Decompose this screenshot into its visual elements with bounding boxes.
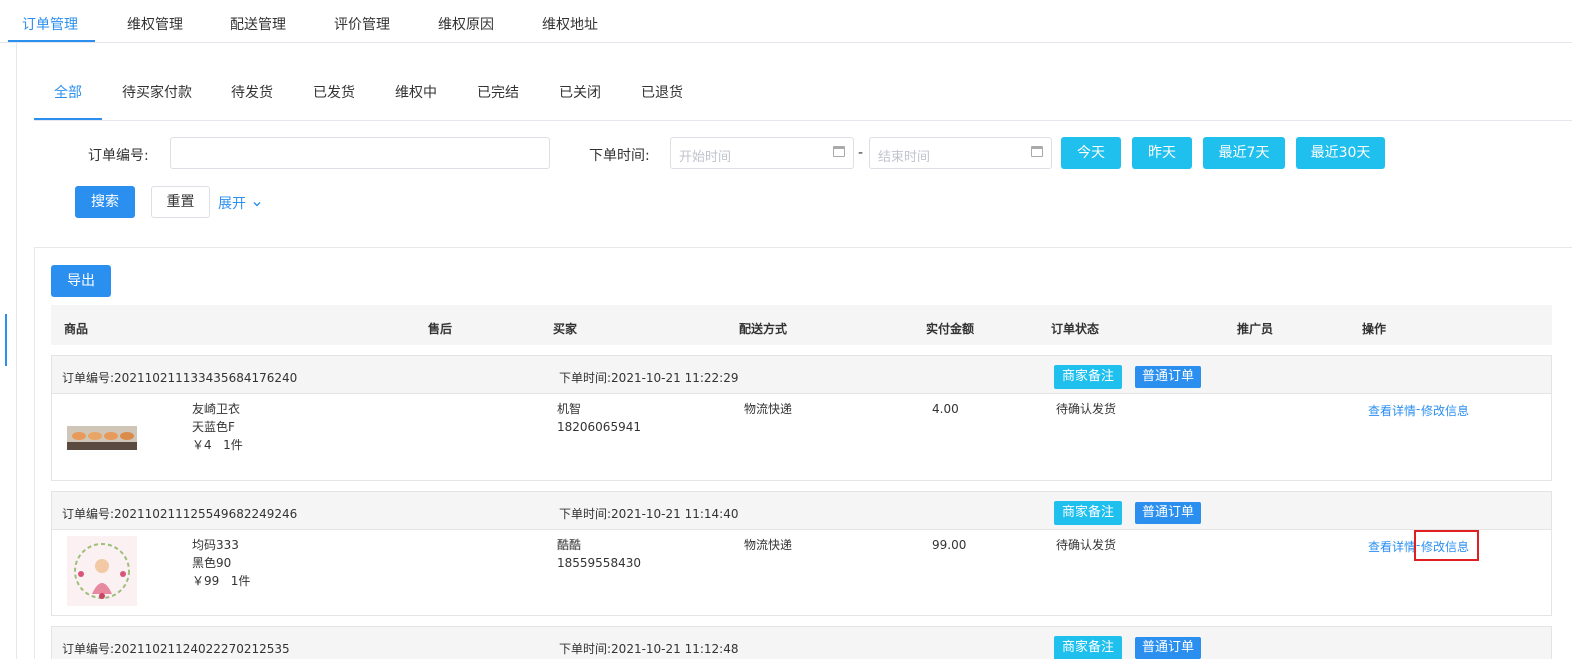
order-type-badge: 普通订单 bbox=[1135, 502, 1202, 524]
product-price-qty: ￥99 1件 bbox=[192, 574, 251, 588]
order-type-badge: 普通订单 bbox=[1135, 366, 1202, 388]
order-time: 下单时间:2021-10-21 11:22:29 bbox=[559, 371, 739, 385]
order-header: 订单编号:202110211125549682249246 下单时间:2021-… bbox=[52, 492, 1551, 530]
merchant-remark-button[interactable]: 商家备注 bbox=[1054, 365, 1123, 389]
col-amount: 实付金额 bbox=[926, 322, 975, 336]
delivery-method: 物流快递 bbox=[744, 402, 793, 416]
calendar-icon bbox=[833, 146, 845, 157]
product-spec: 黑色90 bbox=[192, 556, 232, 570]
order-time: 下单时间:2021-10-21 11:12:48 bbox=[559, 642, 739, 656]
last-30-days-button[interactable]: 最近30天 bbox=[1296, 137, 1385, 169]
order-status: 待确认发货 bbox=[1056, 538, 1117, 552]
col-actions: 操作 bbox=[1362, 322, 1387, 336]
order-status: 待确认发货 bbox=[1056, 402, 1117, 416]
table-header: 商品 售后 买家 配送方式 实付金额 订单状态 推广员 操作 bbox=[51, 305, 1552, 345]
order-time-label: 下单时间: bbox=[589, 148, 650, 164]
status-tab-awaiting-payment[interactable]: 待买家付款 bbox=[122, 82, 192, 102]
order-header: 订单编号:20211021124022270212535 下单时间:2021-1… bbox=[52, 627, 1551, 659]
order-card: 订单编号:20211021124022270212535 下单时间:2021-1… bbox=[51, 626, 1552, 659]
buyer-phone: 18559558430 bbox=[557, 556, 641, 570]
product-name: 均码333 bbox=[192, 538, 239, 552]
last-7-days-button[interactable]: 最近7天 bbox=[1203, 137, 1285, 169]
status-tab-in-dispute[interactable]: 维权中 bbox=[395, 82, 437, 102]
status-tab-all[interactable]: 全部 bbox=[54, 82, 82, 102]
col-promoter: 推广员 bbox=[1237, 322, 1274, 336]
tab-review-management[interactable]: 评价管理 bbox=[334, 14, 390, 34]
reset-button[interactable]: 重置 bbox=[151, 186, 210, 218]
edit-info-link[interactable]: 修改信息 bbox=[1421, 402, 1469, 419]
product-name: 友崎卫衣 bbox=[192, 402, 241, 416]
tab-order-management[interactable]: 订单管理 bbox=[22, 14, 78, 34]
view-detail-link[interactable]: 查看详情 bbox=[1368, 538, 1416, 555]
delivery-method: 物流快递 bbox=[744, 538, 793, 552]
order-card: 订单编号:202110211133435684176240 下单时间:2021-… bbox=[51, 355, 1552, 481]
date-range-separator: - bbox=[858, 145, 864, 161]
content-left-border bbox=[16, 43, 17, 659]
buyer-name: 机智 bbox=[557, 402, 582, 416]
buyer-name: 酷酷 bbox=[557, 538, 582, 552]
search-button[interactable]: 搜索 bbox=[75, 186, 135, 218]
merchant-remark-button[interactable]: 商家备注 bbox=[1054, 501, 1123, 525]
col-buyer: 买家 bbox=[553, 322, 578, 336]
col-after-sales: 售后 bbox=[428, 322, 453, 336]
status-tab-returned[interactable]: 已退货 bbox=[641, 82, 683, 102]
order-type-badge: 普通订单 bbox=[1135, 637, 1202, 659]
start-date-placeholder: 开始时间 bbox=[679, 150, 732, 165]
order-no-input[interactable] bbox=[170, 137, 550, 169]
top-tab-bar: 订单管理 维权管理 配送管理 评价管理 维权原因 维权地址 bbox=[0, 0, 1572, 43]
product-spec: 天蓝色F bbox=[192, 420, 235, 434]
buyer-phone: 18206065941 bbox=[557, 420, 641, 434]
order-number: 订单编号:202110211133435684176240 bbox=[62, 371, 298, 385]
status-tab-shipped[interactable]: 已发货 bbox=[313, 82, 355, 102]
col-product: 商品 bbox=[64, 322, 89, 336]
order-no-label: 订单编号: bbox=[88, 148, 149, 164]
start-date-input[interactable]: 开始时间 bbox=[670, 137, 854, 169]
active-status-indicator bbox=[34, 118, 102, 120]
expand-label: 展开 bbox=[218, 196, 246, 212]
order-card: 订单编号:202110211125549682249246 下单时间:2021-… bbox=[51, 491, 1552, 616]
product-image bbox=[67, 426, 137, 450]
order-header: 订单编号:202110211133435684176240 下单时间:2021-… bbox=[52, 356, 1551, 394]
tab-delivery-management[interactable]: 配送管理 bbox=[230, 14, 286, 34]
status-tab-closed[interactable]: 已关闭 bbox=[559, 82, 601, 102]
tab-rights-reason[interactable]: 维权原因 bbox=[438, 14, 494, 34]
order-time: 下单时间:2021-10-21 11:14:40 bbox=[559, 507, 739, 521]
chevron-down-icon bbox=[253, 202, 261, 207]
product-price-qty: ￥4 1件 bbox=[192, 438, 243, 452]
tab-rights-management[interactable]: 维权管理 bbox=[127, 14, 183, 34]
expand-filter-link[interactable]: 展开 bbox=[218, 193, 262, 213]
paid-amount: 4.00 bbox=[932, 402, 959, 416]
status-tab-divider bbox=[34, 120, 1572, 121]
col-delivery: 配送方式 bbox=[739, 322, 788, 336]
paid-amount: 99.00 bbox=[932, 538, 967, 552]
today-button[interactable]: 今天 bbox=[1061, 137, 1121, 169]
end-date-placeholder: 结束时间 bbox=[878, 150, 931, 165]
status-tab-awaiting-shipment[interactable]: 待发货 bbox=[231, 82, 273, 102]
col-status: 订单状态 bbox=[1051, 322, 1100, 336]
status-tab-completed[interactable]: 已完结 bbox=[477, 82, 519, 102]
calendar-icon bbox=[1031, 146, 1043, 157]
tab-rights-address[interactable]: 维权地址 bbox=[542, 14, 598, 34]
order-number: 订单编号:20211021124022270212535 bbox=[62, 642, 290, 656]
highlight-box bbox=[1414, 530, 1479, 561]
product-image bbox=[67, 536, 137, 606]
view-detail-link[interactable]: 查看详情 bbox=[1368, 402, 1416, 419]
yesterday-button[interactable]: 昨天 bbox=[1132, 137, 1192, 169]
export-button[interactable]: 导出 bbox=[51, 265, 111, 297]
active-tab-indicator bbox=[8, 40, 95, 42]
side-scroll-indicator bbox=[5, 314, 7, 366]
action-separator: - bbox=[1416, 402, 1421, 416]
end-date-input[interactable]: 结束时间 bbox=[869, 137, 1052, 169]
merchant-remark-button[interactable]: 商家备注 bbox=[1054, 636, 1123, 659]
order-number: 订单编号:202110211125549682249246 bbox=[62, 507, 298, 521]
